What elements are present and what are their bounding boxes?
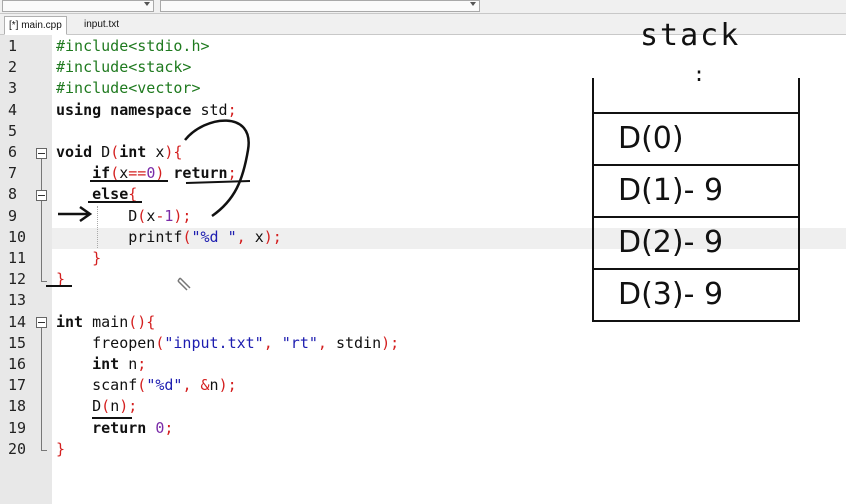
pen-cursor-icon [177,277,191,291]
recursion-curve [184,119,250,218]
arrow-to-line-9 [58,205,93,223]
pen-annotations [46,119,251,419]
